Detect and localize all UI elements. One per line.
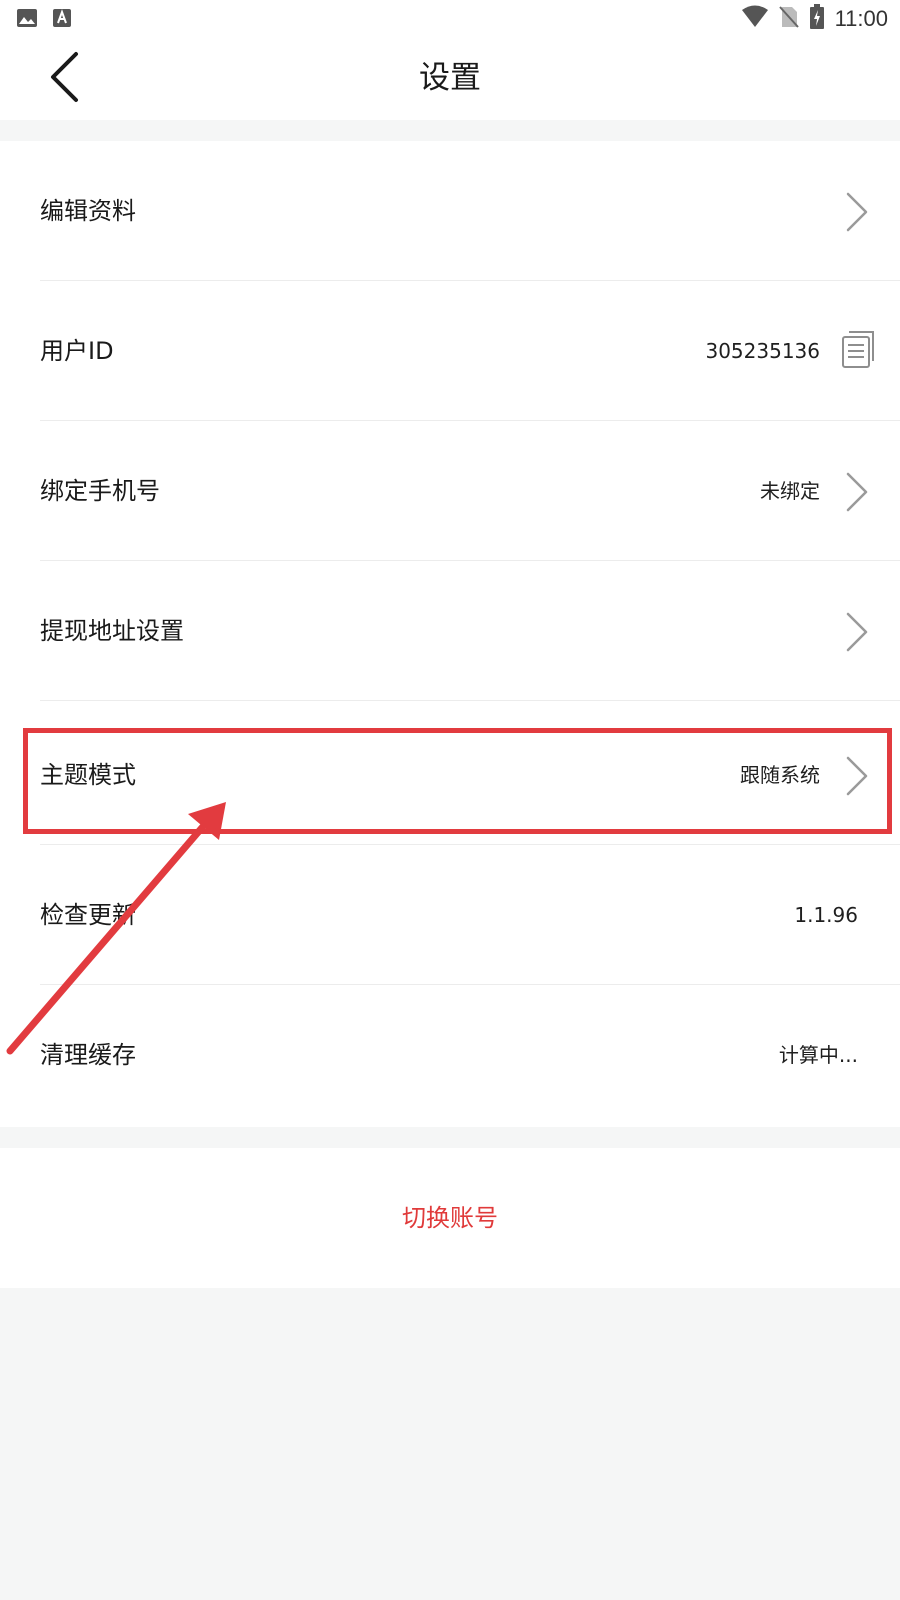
settings-item-clear-cache[interactable]: 清理缓存 计算中... bbox=[0, 985, 900, 1125]
a-font-icon bbox=[52, 8, 72, 32]
switch-account-button[interactable]: 切换账号 bbox=[0, 1148, 900, 1288]
settings-list: 编辑资料 用户ID 305235136 绑定手机号 未绑定 提现地址设置 主题模… bbox=[0, 141, 900, 1127]
cache-size: 计算中... bbox=[778, 1043, 858, 1067]
settings-item-withdraw-address[interactable]: 提现地址设置 bbox=[0, 561, 900, 701]
no-sim-icon bbox=[778, 5, 799, 33]
switch-account-card: 切换账号 bbox=[0, 1148, 900, 1288]
settings-item-label: 用户ID bbox=[40, 337, 114, 365]
divider bbox=[40, 700, 900, 701]
chevron-right-icon bbox=[846, 192, 868, 232]
bind-phone-status: 未绑定 bbox=[760, 479, 820, 503]
chevron-right-icon bbox=[846, 612, 868, 652]
settings-item-bind-phone[interactable]: 绑定手机号 未绑定 bbox=[0, 421, 900, 561]
settings-item-edit-profile[interactable]: 编辑资料 bbox=[0, 141, 900, 281]
user-id-value: 305235136 bbox=[705, 339, 820, 363]
settings-item-label: 编辑资料 bbox=[40, 197, 136, 225]
copy-icon[interactable] bbox=[840, 331, 876, 369]
status-bar: 11:00 bbox=[0, 0, 900, 36]
highlight-box bbox=[23, 728, 892, 834]
settings-item-label: 绑定手机号 bbox=[40, 477, 160, 505]
chevron-right-icon bbox=[846, 472, 868, 512]
settings-item-label: 检查更新 bbox=[40, 901, 136, 929]
settings-item-label: 清理缓存 bbox=[40, 1041, 136, 1069]
settings-item-user-id: 用户ID 305235136 bbox=[0, 281, 900, 421]
image-icon bbox=[16, 8, 38, 32]
status-time: 11:00 bbox=[834, 6, 888, 31]
app-version: 1.1.96 bbox=[794, 903, 858, 927]
nav-bar: 设置 bbox=[0, 36, 900, 120]
battery-charging-icon bbox=[809, 4, 825, 34]
settings-item-check-update[interactable]: 检查更新 1.1.96 bbox=[0, 845, 900, 985]
page-title: 设置 bbox=[419, 60, 481, 96]
wifi-icon bbox=[741, 5, 769, 33]
settings-item-label: 提现地址设置 bbox=[40, 617, 184, 645]
